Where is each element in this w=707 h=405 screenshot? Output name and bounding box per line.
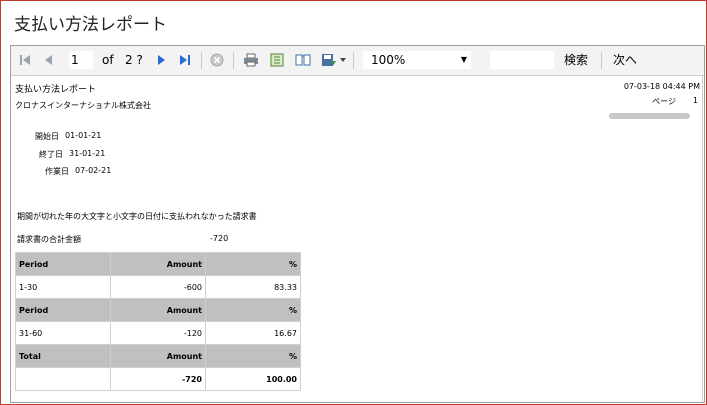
total-label: Total bbox=[15, 344, 111, 368]
last-page-icon[interactable] bbox=[177, 52, 193, 68]
amount-header: Amount bbox=[110, 344, 206, 368]
percent-cell: 83.33 bbox=[205, 275, 301, 299]
run-date-value: 07-02-21 bbox=[75, 166, 112, 175]
toolbar-separator bbox=[353, 52, 354, 69]
find-next-button[interactable]: 次へ bbox=[613, 52, 637, 69]
total-empty-cell bbox=[15, 367, 111, 391]
toolbar-separator bbox=[201, 52, 202, 69]
export-icon[interactable] bbox=[321, 52, 337, 68]
dropdown-arrow-icon[interactable] bbox=[338, 52, 348, 68]
viewer-scroll-edge bbox=[702, 76, 703, 402]
aging-table: Period Amount % 1-30 -600 83.33 Period A… bbox=[15, 252, 301, 391]
print-icon[interactable] bbox=[243, 52, 259, 68]
first-page-icon[interactable] bbox=[17, 52, 33, 68]
page-number-input[interactable]: 1 bbox=[69, 51, 93, 69]
report-title: 支払い方法レポート bbox=[15, 85, 97, 95]
table-row: 31-60 -120 16.67 bbox=[15, 321, 301, 345]
run-date-label: 作業日 bbox=[45, 167, 69, 176]
period-cell: 31-60 bbox=[15, 321, 111, 345]
next-page-icon[interactable] bbox=[153, 52, 169, 68]
invoice-total-label: 請求書の合計金額 bbox=[17, 235, 81, 244]
table-row: 1-30 -600 83.33 bbox=[15, 275, 301, 299]
invoice-total-value: -720 bbox=[210, 234, 229, 243]
stop-icon[interactable] bbox=[209, 52, 225, 68]
zoom-select[interactable]: 100% ▼ bbox=[363, 51, 471, 69]
amount-header: Amount bbox=[110, 298, 206, 322]
report-description: 期間が切れた年の大文字と小文字の日付に支払われなかった請求書 bbox=[17, 212, 257, 221]
print-layout-icon[interactable] bbox=[295, 52, 311, 68]
report-page: 支払い方法レポート クロナスインターナショナル株式会社 07-03-18 04:… bbox=[11, 76, 704, 402]
start-date-label: 開始日 bbox=[35, 132, 59, 141]
total-amount-cell: -720 bbox=[110, 367, 206, 391]
period-cell: 1-30 bbox=[15, 275, 111, 299]
percent-header: % bbox=[205, 298, 301, 322]
table-header-row: Period Amount % bbox=[15, 298, 301, 322]
period-header: Period bbox=[15, 252, 111, 276]
end-date-label: 終了日 bbox=[39, 150, 63, 159]
end-date-value: 31-01-21 bbox=[69, 149, 106, 158]
redacted-text bbox=[609, 113, 690, 119]
percent-header: % bbox=[205, 252, 301, 276]
period-header: Period bbox=[15, 298, 111, 322]
amount-cell: -600 bbox=[110, 275, 206, 299]
page-of-label: of bbox=[102, 53, 114, 67]
table-header-row: Period Amount % bbox=[15, 252, 301, 276]
chevron-down-icon: ▼ bbox=[460, 55, 467, 64]
report-toolbar: 1 of 2 ? 100% ▼ 検索 次へ bbox=[11, 46, 704, 76]
previous-page-icon[interactable] bbox=[41, 52, 57, 68]
percent-cell: 16.67 bbox=[205, 321, 301, 345]
percent-header: % bbox=[205, 344, 301, 368]
amount-cell: -120 bbox=[110, 321, 206, 345]
amount-header: Amount bbox=[110, 252, 206, 276]
report-timestamp: 07-03-18 04:44 PM bbox=[623, 82, 700, 91]
page-setup-icon[interactable] bbox=[269, 52, 285, 68]
page-label: ページ bbox=[652, 97, 676, 106]
page-number: 1 bbox=[692, 96, 698, 105]
search-input[interactable] bbox=[490, 51, 554, 69]
zoom-value: 100% bbox=[371, 53, 406, 67]
toolbar-separator bbox=[233, 52, 234, 69]
window-title: 支払い方法レポート bbox=[14, 15, 167, 35]
toolbar-separator bbox=[601, 52, 602, 69]
total-header-row: Total Amount % bbox=[15, 344, 301, 368]
page-total-label: 2 ? bbox=[125, 53, 143, 67]
start-date-value: 01-01-21 bbox=[65, 131, 102, 140]
find-button[interactable]: 検索 bbox=[564, 52, 588, 69]
total-row: -720 100.00 bbox=[15, 367, 301, 391]
total-percent-cell: 100.00 bbox=[205, 367, 301, 391]
report-viewer: 1 of 2 ? 100% ▼ 検索 次へ 支払い方法レポート クロナスインター… bbox=[10, 45, 705, 403]
company-name: クロナスインターナショナル株式会社 bbox=[15, 101, 151, 110]
